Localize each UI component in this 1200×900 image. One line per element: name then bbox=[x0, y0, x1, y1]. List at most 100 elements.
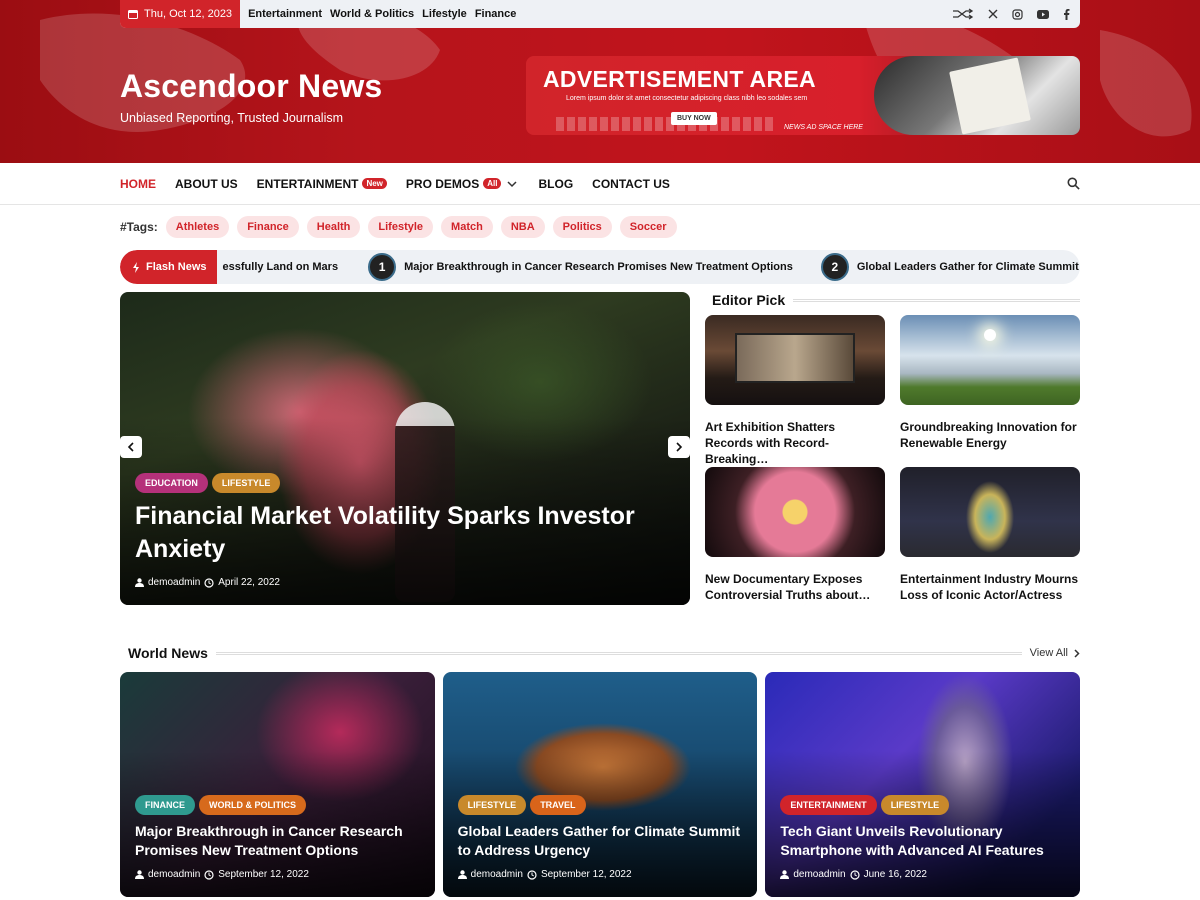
nav-item-contact[interactable]: CONTACT US bbox=[592, 177, 670, 191]
main-nav: HOME ABOUT US ENTERTAINMENT New PRO DEMOS… bbox=[0, 163, 1200, 205]
tag-nba[interactable]: NBA bbox=[500, 216, 545, 238]
flash-news-ticker: Flash News essfully Land on Mars 1 Major… bbox=[120, 250, 1080, 284]
category-badge[interactable]: LIFESTYLE bbox=[211, 473, 281, 493]
tag-athletes[interactable]: Athletes bbox=[165, 216, 230, 238]
card-categories: LIFESTYLE TRAVEL bbox=[457, 795, 586, 815]
nav-item-home[interactable]: HOME bbox=[120, 177, 156, 191]
card-meta: demoadmin June 16, 2022 bbox=[780, 869, 927, 880]
card-image bbox=[705, 467, 885, 557]
tag-lifestyle[interactable]: Lifestyle bbox=[368, 216, 434, 238]
post-author[interactable]: demoadmin bbox=[148, 577, 200, 588]
date-box: Thu, Oct 12, 2023 bbox=[120, 0, 241, 28]
view-all-link[interactable]: View All bbox=[1030, 647, 1080, 659]
user-icon bbox=[780, 870, 790, 879]
top-link-world-politics[interactable]: World & Politics bbox=[330, 8, 414, 20]
category-badge[interactable]: TRAVEL bbox=[530, 795, 586, 815]
card-title[interactable]: Tech Giant Unveils Revolutionary Smartph… bbox=[780, 822, 1065, 860]
ticker-item[interactable]: Global Leaders Gather for Climate Summit… bbox=[857, 261, 1080, 273]
section-title: World News bbox=[128, 645, 208, 661]
world-news: World News View All FINANCE WORLD & POLI… bbox=[120, 645, 1081, 897]
post-date: September 12, 2022 bbox=[540, 869, 632, 880]
nav-item-label: HOME bbox=[120, 176, 156, 191]
nav-item-blog[interactable]: BLOG bbox=[538, 177, 573, 191]
top-nav: Entertainment World & Politics Lifestyle… bbox=[248, 8, 516, 20]
news-card[interactable]: LIFESTYLE TRAVEL Global Leaders Gather f… bbox=[442, 672, 758, 897]
card-meta: demoadmin September 12, 2022 bbox=[135, 869, 309, 880]
youtube-icon[interactable] bbox=[1037, 9, 1049, 19]
top-link-entertainment[interactable]: Entertainment bbox=[248, 8, 322, 20]
tag-politics[interactable]: Politics bbox=[552, 216, 612, 238]
editor-card[interactable]: Art Exhibition Shatters Records with Rec… bbox=[705, 315, 885, 467]
ad-note: NEWS AD SPACE HERE bbox=[784, 124, 863, 131]
ad-subtitle: Lorem ipsum dolor sit amet consectetur a… bbox=[566, 95, 808, 102]
card-title[interactable]: Global Leaders Gather for Climate Summit… bbox=[458, 822, 743, 860]
ticker-track: essfully Land on Mars 1 Major Breakthrou… bbox=[223, 253, 1080, 281]
nav-item-label: PRO DEMOS bbox=[405, 176, 480, 191]
chevron-right-icon bbox=[676, 442, 683, 452]
card-title[interactable]: New Documentary Exposes Controversial Tr… bbox=[705, 571, 885, 603]
post-author[interactable]: demoadmin bbox=[471, 869, 523, 880]
category-badge[interactable]: LIFESTYLE bbox=[457, 795, 527, 815]
card-title[interactable]: Entertainment Industry Mourns Loss of Ic… bbox=[900, 571, 1080, 603]
post-author[interactable]: demoadmin bbox=[793, 869, 845, 880]
card-categories: FINANCE WORLD & POLITICS bbox=[135, 795, 306, 815]
category-badge[interactable]: LIFESTYLE bbox=[880, 795, 950, 815]
ad-pattern bbox=[556, 117, 776, 131]
user-icon bbox=[457, 870, 467, 879]
editor-pick: Editor Pick Art Exhibition Shatters Reco… bbox=[705, 292, 1080, 619]
ticker-item[interactable]: essfully Land on Mars bbox=[223, 261, 339, 273]
shuffle-icon[interactable] bbox=[952, 8, 974, 20]
ticker-item[interactable]: Major Breakthrough in Cancer Research Pr… bbox=[404, 261, 793, 273]
flash-label-text: Flash News bbox=[146, 261, 207, 273]
category-badge[interactable]: WORLD & POLITICS bbox=[199, 795, 306, 815]
clock-icon bbox=[850, 869, 860, 880]
nav-item-about[interactable]: ABOUT US bbox=[175, 177, 238, 191]
post-author[interactable]: demoadmin bbox=[148, 869, 200, 880]
card-title[interactable]: Art Exhibition Shatters Records with Rec… bbox=[705, 419, 885, 466]
editor-card[interactable]: New Documentary Exposes Controversial Tr… bbox=[705, 467, 885, 619]
clock-icon bbox=[204, 577, 214, 588]
advertisement-banner[interactable]: ADVERTISEMENT AREA Lorem ipsum dolor sit… bbox=[526, 56, 1080, 135]
editor-card[interactable]: Groundbreaking Innovation for Renewable … bbox=[900, 315, 1080, 467]
flash-news-label: Flash News bbox=[120, 250, 217, 284]
main-content: EDUCATION LIFESTYLE Financial Market Vol… bbox=[120, 292, 1080, 619]
ad-buy-now-button[interactable]: BUY NOW bbox=[671, 112, 717, 125]
hero-slider[interactable]: EDUCATION LIFESTYLE Financial Market Vol… bbox=[120, 292, 690, 605]
nav-item-entertainment[interactable]: ENTERTAINMENT New bbox=[257, 177, 387, 191]
tag-finance[interactable]: Finance bbox=[237, 216, 299, 238]
nav-item-label: ABOUT US bbox=[175, 176, 238, 191]
current-date: Thu, Oct 12, 2023 bbox=[144, 8, 233, 20]
hero-categories: EDUCATION LIFESTYLE bbox=[135, 473, 281, 493]
hero-meta: demoadmin April 22, 2022 bbox=[135, 577, 280, 588]
card-title[interactable]: Groundbreaking Innovation for Renewable … bbox=[900, 419, 1080, 451]
search-icon[interactable] bbox=[1067, 177, 1080, 190]
hero-title[interactable]: Financial Market Volatility Sparks Inves… bbox=[135, 500, 655, 566]
x-icon[interactable] bbox=[988, 9, 998, 19]
instagram-icon[interactable] bbox=[1012, 8, 1023, 20]
tag-health[interactable]: Health bbox=[306, 216, 361, 238]
news-card[interactable]: FINANCE WORLD & POLITICS Major Breakthro… bbox=[120, 672, 435, 897]
nav-item-pro-demos[interactable]: PRO DEMOS All bbox=[406, 177, 520, 191]
top-link-finance[interactable]: Finance bbox=[475, 8, 517, 20]
slider-next-button[interactable] bbox=[668, 436, 690, 458]
category-badge[interactable]: ENTERTAINMENT bbox=[780, 795, 877, 815]
news-card[interactable]: ENTERTAINMENT LIFESTYLE Tech Giant Unvei… bbox=[765, 672, 1081, 897]
editor-pick-header: Editor Pick bbox=[712, 292, 1080, 308]
category-badge[interactable]: EDUCATION bbox=[135, 473, 208, 493]
top-link-lifestyle[interactable]: Lifestyle bbox=[422, 8, 467, 20]
ticker-number: 2 bbox=[820, 253, 849, 281]
brand: Ascendoor News Unbiased Reporting, Trust… bbox=[120, 68, 382, 125]
editor-pick-grid: Art Exhibition Shatters Records with Rec… bbox=[705, 315, 1080, 619]
page-content: #Tags: Athletes Finance Health Lifestyle… bbox=[120, 214, 1081, 897]
all-badge: All bbox=[483, 178, 502, 189]
tag-match[interactable]: Match bbox=[441, 216, 493, 238]
user-icon bbox=[135, 870, 144, 879]
editor-card[interactable]: Entertainment Industry Mourns Loss of Ic… bbox=[900, 467, 1080, 619]
tag-soccer[interactable]: Soccer bbox=[619, 216, 677, 238]
card-title[interactable]: Major Breakthrough in Cancer Research Pr… bbox=[135, 822, 420, 860]
category-badge[interactable]: FINANCE bbox=[135, 795, 195, 815]
site-title[interactable]: Ascendoor News bbox=[120, 68, 382, 105]
facebook-icon[interactable] bbox=[1063, 8, 1070, 20]
slider-prev-button[interactable] bbox=[120, 436, 142, 458]
section-title: Editor Pick bbox=[712, 292, 786, 308]
